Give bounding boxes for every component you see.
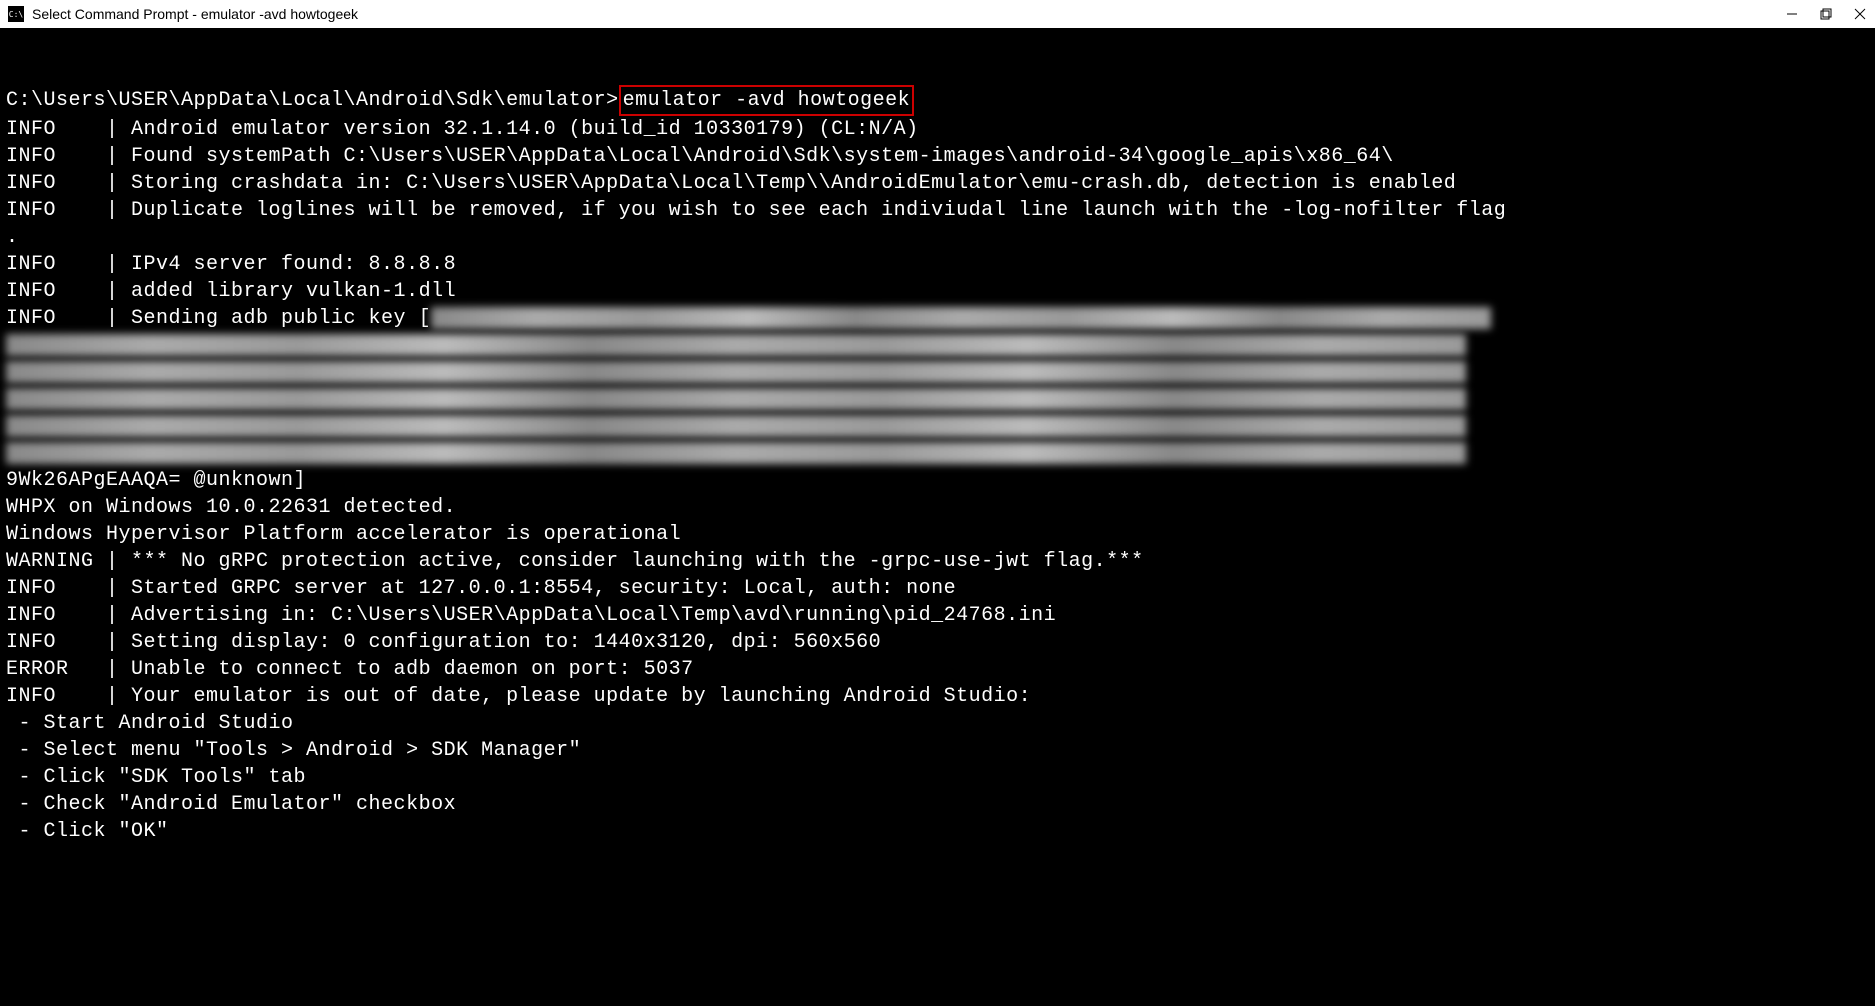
output-line: ERROR | Unable to connect to adb daemon …: [6, 658, 694, 681]
output-line: INFO | Duplicate loglines will be remove…: [6, 199, 1506, 222]
close-button[interactable]: [1853, 7, 1867, 21]
output-line: INFO | Storing crashdata in: C:\Users\US…: [6, 172, 1456, 195]
output-line: INFO | added library vulkan-1.dll: [6, 280, 456, 303]
output-line: INFO | Started GRPC server at 127.0.0.1:…: [6, 577, 956, 600]
cmd-icon: C:\: [8, 6, 24, 22]
output-line: INFO | IPv4 server found: 8.8.8.8: [6, 253, 456, 276]
output-line: - Click "OK": [6, 820, 169, 843]
maximize-button[interactable]: [1819, 7, 1833, 21]
output-line: - Select menu "Tools > Android > SDK Man…: [6, 739, 581, 762]
redacted-key: [431, 307, 1491, 329]
command-text: emulator -avd howtogeek: [623, 89, 911, 112]
output-line: INFO | Found systemPath C:\Users\USER\Ap…: [6, 145, 1394, 168]
output-line: INFO | Setting display: 0 configuration …: [6, 631, 881, 654]
output-line: .: [6, 226, 19, 249]
output-line: - Start Android Studio: [6, 712, 294, 735]
window-controls: [1785, 7, 1867, 21]
output-line: INFO | Your emulator is out of date, ple…: [6, 685, 1031, 708]
window-title: Select Command Prompt - emulator -avd ho…: [32, 6, 1785, 22]
window-titlebar: C:\ Select Command Prompt - emulator -av…: [0, 0, 1875, 28]
command-highlight: emulator -avd howtogeek: [619, 85, 915, 116]
redacted-key: [6, 415, 1466, 437]
output-line: - Click "SDK Tools" tab: [6, 766, 306, 789]
output-line: INFO | Sending adb public key [: [6, 307, 431, 330]
output-line: - Check "Android Emulator" checkbox: [6, 793, 456, 816]
prompt-text: C:\Users\USER\AppData\Local\Android\Sdk\…: [6, 89, 619, 112]
output-line: INFO | Android emulator version 32.1.14.…: [6, 118, 919, 141]
redacted-key: [6, 388, 1466, 410]
terminal-output[interactable]: C:\Users\USER\AppData\Local\Android\Sdk\…: [0, 28, 1875, 851]
output-line: Windows Hypervisor Platform accelerator …: [6, 523, 681, 546]
output-line: 9Wk26APgEAAQA= @unknown]: [6, 469, 306, 492]
output-line: INFO | Advertising in: C:\Users\USER\App…: [6, 604, 1056, 627]
redacted-key: [6, 361, 1466, 383]
output-line: WHPX on Windows 10.0.22631 detected.: [6, 496, 456, 519]
output-line: WARNING | *** No gRPC protection active,…: [6, 550, 1144, 573]
redacted-key: [6, 442, 1466, 464]
redacted-key: [6, 334, 1466, 356]
minimize-button[interactable]: [1785, 7, 1799, 21]
